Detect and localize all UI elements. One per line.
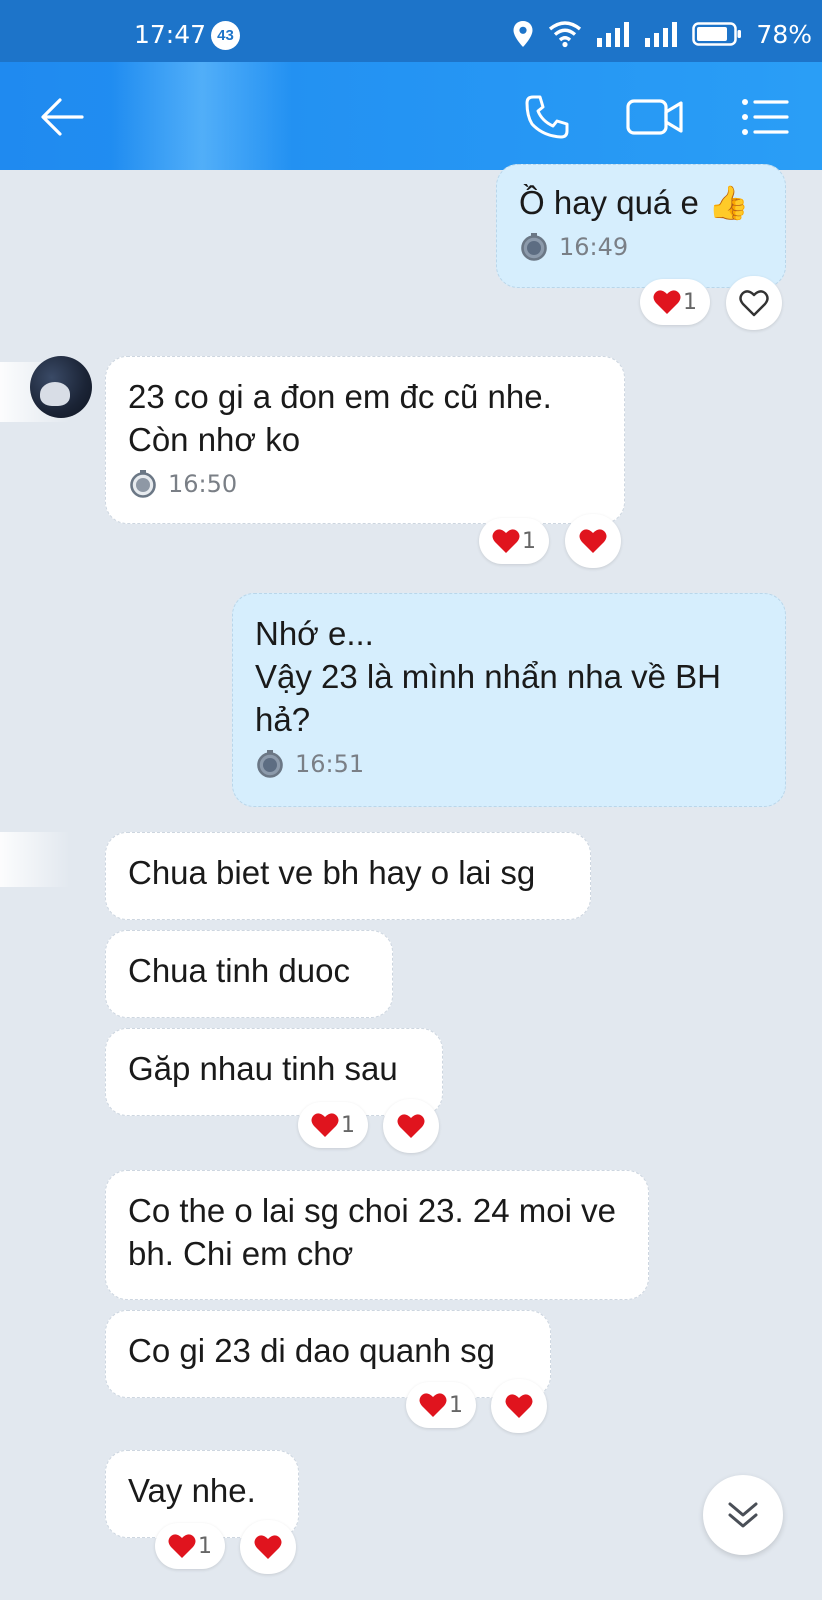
heart-icon [397, 1114, 425, 1138]
signal-icon-1 [597, 22, 630, 47]
avatar-redaction [0, 832, 70, 887]
battery-percentage: 78% [756, 19, 812, 49]
message-text: Vay nhe. [128, 1472, 256, 1509]
clock-icon [521, 233, 547, 261]
message-meta: 16:50 [128, 469, 602, 499]
heart-icon [492, 529, 520, 553]
status-bar: 17:47 43 78% [0, 0, 822, 62]
message-meta: 16:49 [519, 232, 763, 262]
message-bubble-outgoing[interactable]: Ồ hay quá e 👍 16:49 [496, 164, 786, 288]
message-bubble-incoming[interactable]: 23 co gi a đon em đc cũ nhe. Còn nhơ ko … [105, 356, 625, 524]
reaction-count-chip[interactable]: 1 [298, 1102, 368, 1148]
react-button[interactable] [491, 1379, 547, 1433]
message-meta: 16:51 [255, 749, 763, 779]
heart-icon [168, 1534, 196, 1558]
double-chevron-down-icon [728, 1502, 758, 1528]
message-bubble-incoming[interactable]: Chua biet ve bh hay o lai sg [105, 832, 591, 920]
wifi-icon [549, 21, 582, 48]
arrow-left-icon [41, 98, 84, 136]
message-text: Nhớ e... Vậy 23 là mình nhẩn nha về BH h… [255, 615, 721, 738]
clock-icon [130, 470, 156, 498]
status-time: 17:47 [134, 20, 207, 49]
message-text: Chua biet ve bh hay o lai sg [128, 854, 536, 891]
reaction-count-chip[interactable]: 1 [406, 1382, 476, 1428]
heart-outline-icon [739, 290, 769, 317]
location-icon [513, 21, 533, 47]
message-text: Ồ hay quá e 👍 [519, 184, 750, 221]
reaction-count-chip[interactable]: 1 [479, 518, 549, 564]
reaction-count: 1 [341, 1112, 355, 1138]
message-bubble-incoming[interactable]: Găp nhau tinh sau [105, 1028, 443, 1116]
notification-badge: 43 [211, 21, 240, 50]
scroll-to-bottom-button[interactable] [703, 1475, 783, 1555]
message-bubble-incoming[interactable]: Chua tinh duoc [105, 930, 393, 1018]
message-text: Chua tinh duoc [128, 952, 350, 989]
react-button[interactable] [240, 1520, 296, 1574]
heart-icon [419, 1393, 447, 1417]
reaction-count: 1 [522, 528, 536, 554]
message-bubble-incoming[interactable]: Co gi 23 di dao quanh sg [105, 1310, 551, 1398]
reaction-count: 1 [683, 289, 697, 315]
signal-icon-2 [645, 22, 678, 47]
message-time: 16:49 [559, 233, 629, 261]
message-bubble-outgoing[interactable]: Nhớ e... Vậy 23 là mình nhẩn nha về BH h… [232, 593, 786, 807]
message-text: Găp nhau tinh sau [128, 1050, 398, 1087]
voice-call-button[interactable] [522, 92, 572, 142]
react-button[interactable] [726, 276, 782, 330]
message-bubble-incoming[interactable]: Co the o lai sg choi 23. 24 moi ve bh. C… [105, 1170, 649, 1300]
react-button[interactable] [565, 514, 621, 568]
message-text: Co gi 23 di dao quanh sg [128, 1332, 495, 1369]
heart-icon [653, 290, 681, 314]
list-menu-icon [742, 99, 789, 135]
phone-icon [525, 95, 569, 139]
status-icons: 78% [512, 18, 812, 50]
heart-icon [311, 1113, 339, 1137]
message-text: Co the o lai sg choi 23. 24 moi ve bh. C… [128, 1192, 616, 1272]
message-time: 16:50 [168, 470, 238, 498]
video-camera-icon [626, 99, 683, 135]
heart-icon [505, 1394, 533, 1418]
chat-menu-button[interactable] [740, 92, 790, 142]
reaction-count: 1 [198, 1533, 212, 1559]
avatar[interactable] [30, 356, 92, 418]
heart-icon [579, 529, 607, 553]
message-time: 16:51 [295, 750, 365, 778]
chat-thread[interactable]: Ồ hay quá e 👍 16:49 1 23 co gi a đon em … [0, 164, 822, 1600]
reaction-count-chip[interactable]: 1 [640, 279, 710, 325]
message-text: 23 co gi a đon em đc cũ nhe. Còn nhơ ko [128, 378, 552, 458]
clock-icon [257, 750, 283, 778]
reaction-count: 1 [449, 1392, 463, 1418]
reaction-count-chip[interactable]: 1 [155, 1523, 225, 1569]
heart-icon [254, 1535, 282, 1559]
video-call-button[interactable] [625, 92, 685, 142]
react-button[interactable] [383, 1099, 439, 1153]
battery-icon [692, 22, 742, 46]
chat-header [0, 62, 822, 170]
contact-name-redacted[interactable] [112, 62, 292, 170]
back-button[interactable] [37, 92, 87, 142]
